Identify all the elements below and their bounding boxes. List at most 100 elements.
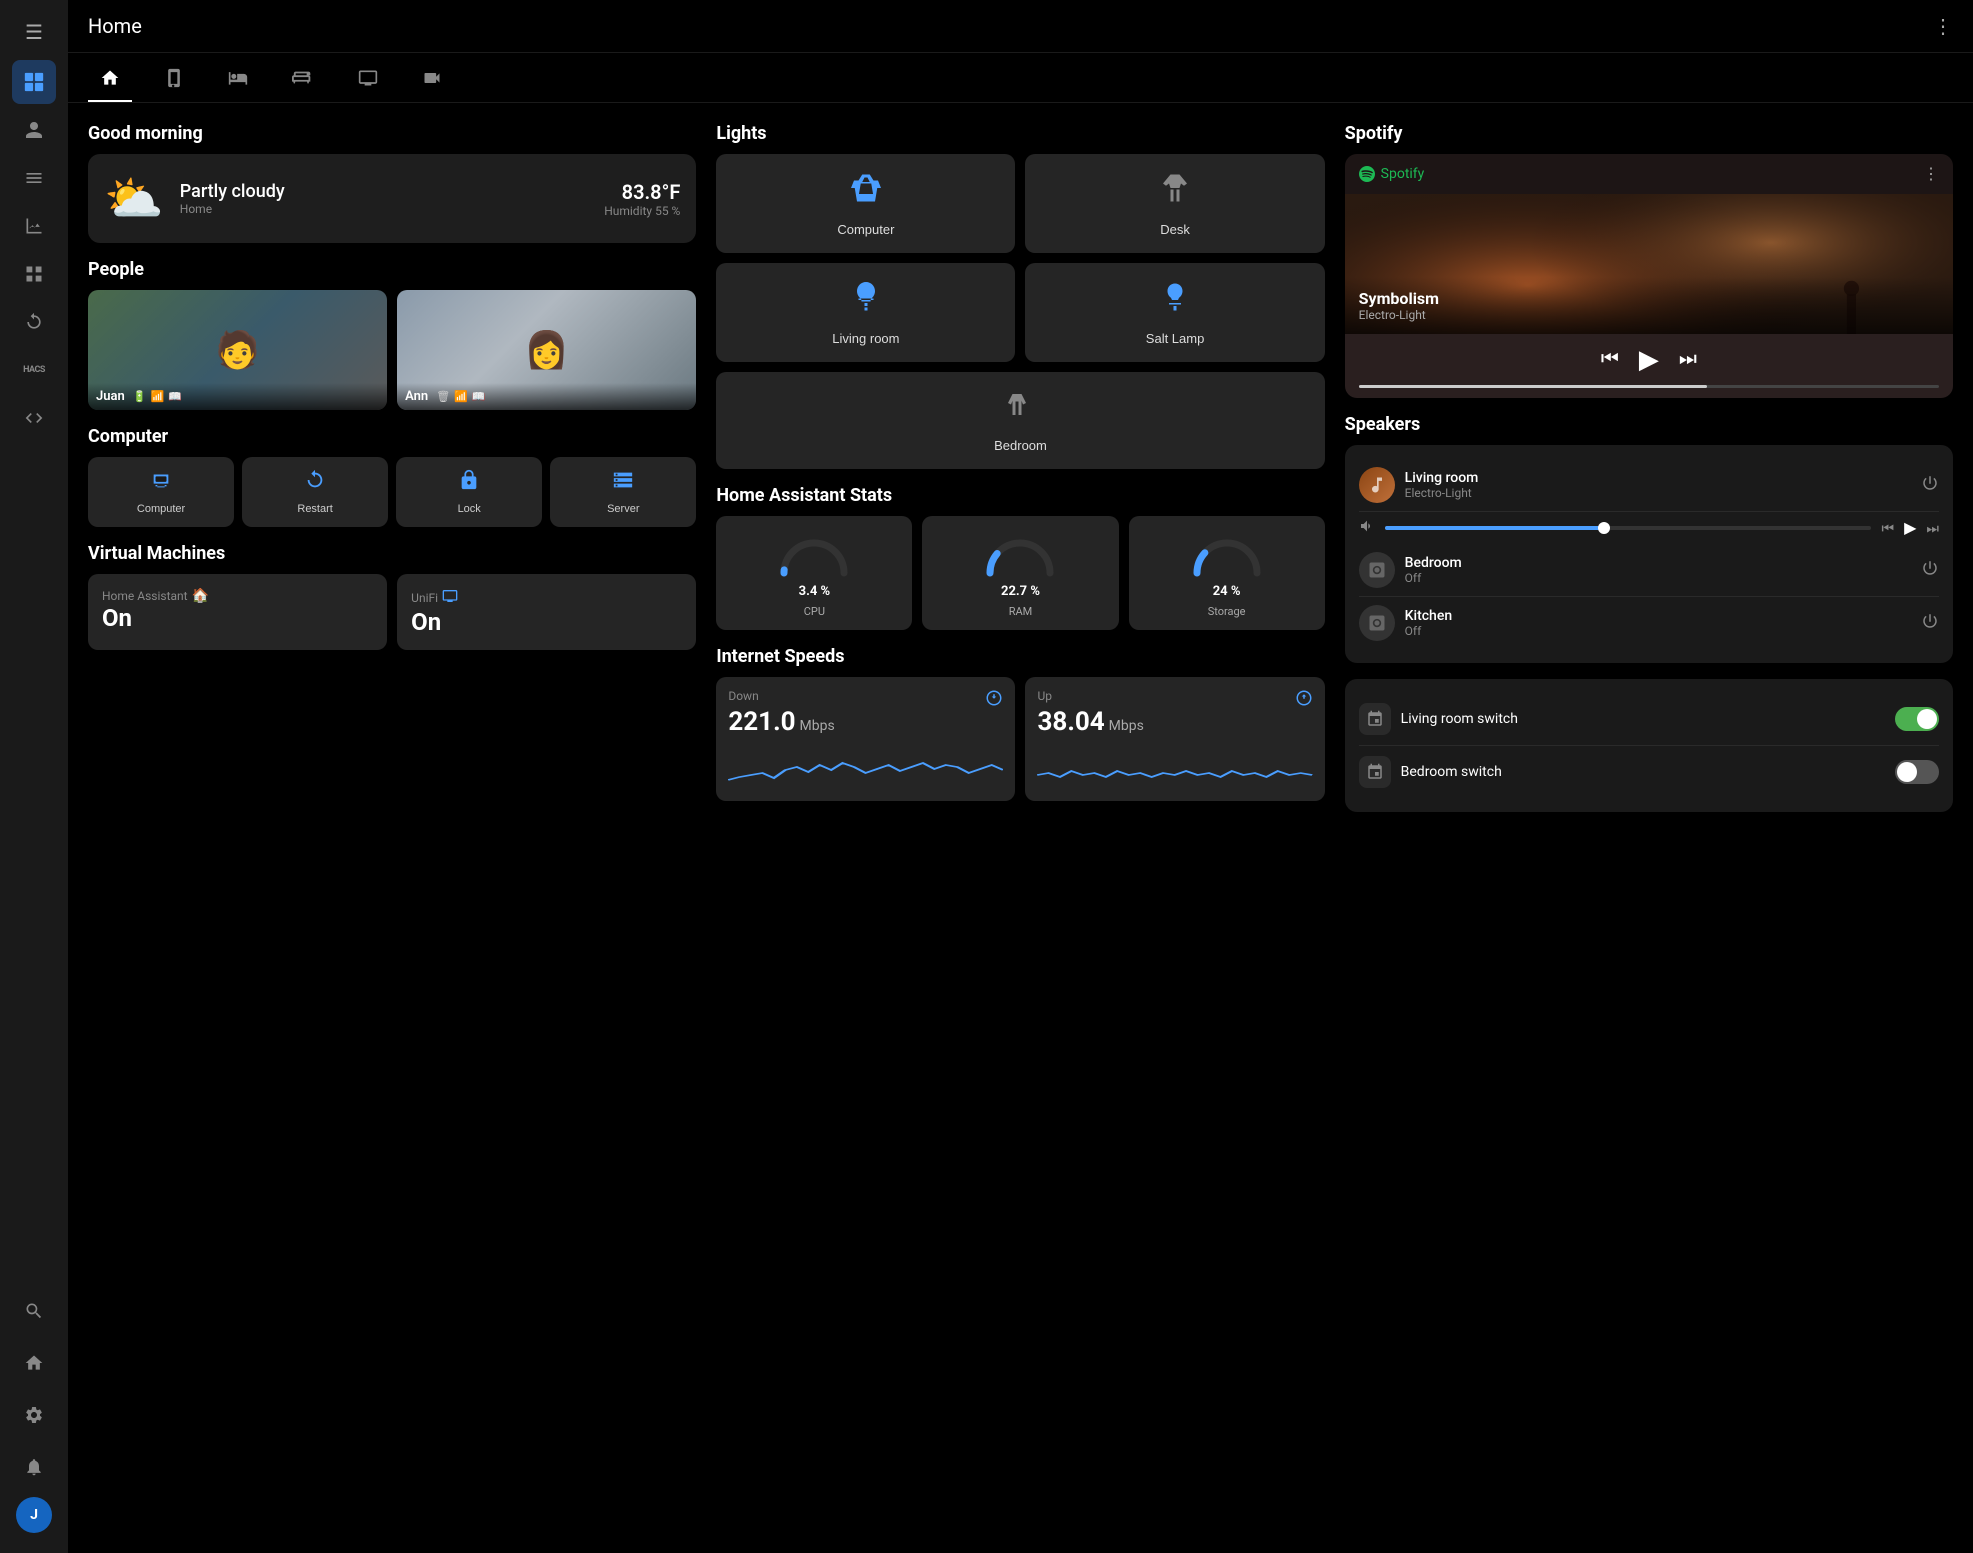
speaker-kitchen-info: Kitchen Off xyxy=(1405,608,1911,638)
light-bedroom[interactable]: Bedroom xyxy=(716,372,1324,469)
speed-up-label: Up xyxy=(1037,689,1312,707)
person-ann-name: Ann xyxy=(405,389,428,404)
wifi-icon-ann: 📶 xyxy=(454,390,468,403)
light-computer-label: Computer xyxy=(837,222,894,237)
computer-icon xyxy=(150,469,172,497)
transport-prev-button[interactable]: ⏮ xyxy=(1881,520,1894,537)
spotify-progress-fill xyxy=(1359,385,1707,388)
tab-mobile[interactable] xyxy=(152,60,196,101)
lights-label: Lights xyxy=(716,123,1324,144)
person-ann-overlay: Ann 🗑 📶 📖 xyxy=(397,383,696,410)
transport-play-button[interactable]: ▶ xyxy=(1904,518,1916,538)
speaker-bedroom-name: Bedroom xyxy=(1405,555,1911,571)
computer-button-server[interactable]: Server xyxy=(550,457,696,527)
person-juan-name: Juan xyxy=(96,389,125,404)
sidebar-item-list[interactable] xyxy=(12,156,56,200)
computer-button-restart[interactable]: Restart xyxy=(242,457,388,527)
lamp-desk-icon xyxy=(1157,170,1193,214)
dashboard: Good morning ⛅ Partly cloudy Home 83.8°F… xyxy=(68,103,1973,1553)
volume-slider xyxy=(1385,526,1872,530)
tab-bed1[interactable] xyxy=(216,60,260,101)
speaker-living-room: Living room Electro-Light xyxy=(1359,459,1939,512)
light-salt-lamp[interactable]: Salt Lamp xyxy=(1025,263,1324,362)
computer-label: Computer xyxy=(88,426,696,447)
stat-cpu: 3.4 % CPU xyxy=(716,516,912,630)
sidebar-item-chart[interactable] xyxy=(12,204,56,248)
lamp-bedroom-icon xyxy=(1002,388,1038,432)
speaker-bedroom-power[interactable] xyxy=(1921,559,1939,582)
vm-grid: Home Assistant 🏠 On UniFi On xyxy=(88,574,696,650)
sidebar-item-grid[interactable] xyxy=(12,252,56,296)
tab-home[interactable] xyxy=(88,60,132,101)
weather-icon: ⛅ xyxy=(104,170,164,227)
speaker-bedroom-sub: Off xyxy=(1405,571,1911,585)
switch-bedroom-toggle[interactable] xyxy=(1895,760,1939,784)
sidebar-item-code[interactable] xyxy=(12,396,56,440)
sidebar-item-dashboard[interactable] xyxy=(12,60,56,104)
spotify-prev-button[interactable]: ⏮ xyxy=(1601,348,1619,371)
menu-icon[interactable]: ☰ xyxy=(15,10,53,54)
vm-ha-icon: 🏠 xyxy=(192,588,209,604)
spotify-progress-bar[interactable] xyxy=(1359,385,1939,388)
speaker-kitchen-power[interactable] xyxy=(1921,612,1939,635)
spotify-header: Spotify ⋮ xyxy=(1345,154,1953,194)
vm-unifi-status: On xyxy=(411,608,682,636)
speakers-card: Living room Electro-Light xyxy=(1345,445,1953,663)
people-label: People xyxy=(88,259,696,280)
tab-bar xyxy=(68,53,1973,103)
computer-button-computer[interactable]: Computer xyxy=(88,457,234,527)
spotify-card: Spotify ⋮ xyxy=(1345,154,1953,398)
switch-living-room-toggle[interactable] xyxy=(1895,707,1939,731)
spotify-play-button[interactable]: ▶ xyxy=(1639,344,1659,375)
tab-camera[interactable] xyxy=(410,60,454,101)
stat-storage: 24 % Storage xyxy=(1129,516,1325,630)
switch-living-room-icon xyxy=(1359,703,1391,735)
storage-label: Storage xyxy=(1208,605,1246,618)
speaker-living-room-name: Living room xyxy=(1405,470,1911,486)
spotify-label: Spotify xyxy=(1345,123,1953,144)
person-juan[interactable]: 🧑 Juan 🔋 📶 📖 xyxy=(88,290,387,410)
weather-temperature: 83.8°F xyxy=(604,180,680,204)
transport-next-button[interactable]: ⏭ xyxy=(1926,520,1939,537)
vm-homeassistant[interactable]: Home Assistant 🏠 On xyxy=(88,574,387,650)
tab-bed2[interactable] xyxy=(280,59,326,102)
lamp-computer-icon xyxy=(848,170,884,214)
speaker-kitchen-avatar xyxy=(1359,605,1395,641)
sidebar-item-settings[interactable] xyxy=(12,1393,56,1437)
person-ann[interactable]: 👩 Ann 🗑 📶 📖 xyxy=(397,290,696,410)
ha-stats-label: Home Assistant Stats xyxy=(716,485,1324,506)
computer-button-lock[interactable]: Lock xyxy=(396,457,542,527)
speaker-living-room-power[interactable] xyxy=(1921,474,1939,497)
sidebar-item-bell[interactable] xyxy=(12,1445,56,1489)
speaker-living-room-info: Living room Electro-Light xyxy=(1405,470,1911,500)
sidebar-item-hacs[interactable]: HACS xyxy=(12,348,56,392)
volume-slider-wrap[interactable] xyxy=(1385,526,1872,530)
vm-unifi-icon xyxy=(442,588,458,608)
sidebar-item-home2[interactable] xyxy=(12,1341,56,1385)
spotify-next-button[interactable]: ⏭ xyxy=(1679,348,1697,371)
speakers-section: Speakers Living room Electro-Light xyxy=(1345,414,1953,663)
speakers-label: Speakers xyxy=(1345,414,1953,435)
computer-button-server-label: Server xyxy=(607,503,639,515)
spotify-more-button[interactable]: ⋮ xyxy=(1923,164,1939,184)
sidebar-item-tools[interactable] xyxy=(12,1289,56,1333)
lights-grid: Computer Desk Living room xyxy=(716,154,1324,469)
light-desk[interactable]: Desk xyxy=(1025,154,1324,253)
light-computer[interactable]: Computer xyxy=(716,154,1015,253)
book-icon: 📖 xyxy=(168,390,182,403)
switch-bedroom-name: Bedroom switch xyxy=(1401,764,1885,780)
sidebar-item-reload[interactable] xyxy=(12,300,56,344)
sidebar-item-person[interactable] xyxy=(12,108,56,152)
stats-grid: 3.4 % CPU 22.7 % RAM xyxy=(716,516,1324,630)
lamp-living-room-icon xyxy=(848,279,884,323)
user-avatar[interactable]: J xyxy=(16,1497,52,1533)
switch-living-room-name: Living room switch xyxy=(1401,711,1885,727)
battery-icon: 🔋 xyxy=(133,390,147,403)
cpu-value: 3.4 % xyxy=(799,584,831,599)
light-living-room[interactable]: Living room xyxy=(716,263,1015,362)
tab-tv[interactable] xyxy=(346,60,390,101)
header-more-icon[interactable]: ⋮ xyxy=(1933,14,1953,38)
vm-ha-status: On xyxy=(102,604,373,632)
vm-unifi[interactable]: UniFi On xyxy=(397,574,696,650)
volume-icon xyxy=(1359,518,1375,538)
